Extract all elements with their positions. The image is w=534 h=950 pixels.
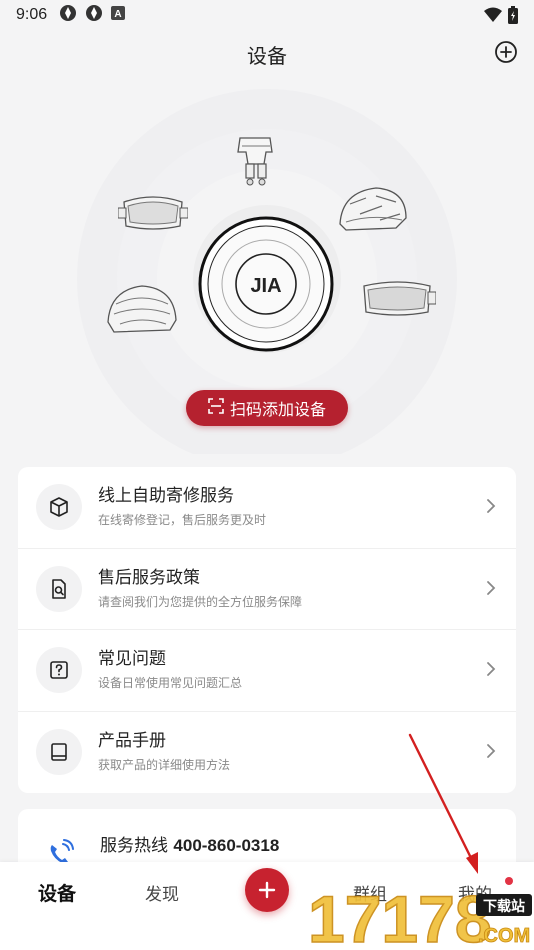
chevron-right-icon	[486, 580, 496, 600]
chevron-right-icon	[486, 498, 496, 518]
hotline-number[interactable]: 400-860-0318	[173, 836, 279, 855]
service-title: 线上自助寄修服务	[98, 486, 234, 507]
chevron-right-icon	[486, 661, 496, 681]
plus-icon	[258, 881, 276, 899]
package-icon	[36, 484, 82, 531]
plus-circle-icon	[495, 41, 517, 63]
app-notification-icon	[85, 4, 103, 26]
service-list: 线上自助寄修服务 在线寄修登记，售后服务更及时 售后服务政策 请查阅我们为您提供…	[18, 467, 516, 793]
bike-helmet-icon	[336, 184, 410, 240]
center-logo: JIA	[250, 275, 281, 297]
watermark-domain: .COM	[478, 925, 530, 947]
book-icon	[36, 729, 82, 776]
status-time: 9:06	[16, 6, 48, 23]
camera-mount-icon	[226, 132, 286, 196]
service-subtitle: 获取产品的详细使用方法	[98, 758, 231, 773]
nav-tab-devices[interactable]: 设备	[38, 879, 76, 906]
service-title: 售后服务政策	[98, 567, 200, 588]
nav-tab-discover[interactable]: 发现	[145, 880, 179, 905]
chevron-right-icon	[486, 743, 496, 763]
scan-add-device-button[interactable]: 扫码添加设备	[186, 390, 348, 426]
scan-button-label: 扫码添加设备	[229, 400, 326, 419]
device-hero: JIA 扫码添加设备	[0, 74, 534, 454]
nav-add-button[interactable]	[245, 868, 289, 912]
watermark: 17178 下载站 .COM	[306, 862, 534, 950]
service-item-repair[interactable]: 线上自助寄修服务 在线寄修登记，售后服务更及时	[18, 467, 516, 549]
a-letter-icon: A	[111, 6, 126, 24]
service-item-manual[interactable]: 产品手册 获取产品的详细使用方法	[18, 712, 516, 794]
status-bar: 9:06 A	[0, 0, 534, 30]
watermark-badge: 下载站	[483, 898, 525, 915]
helmet-icon	[104, 282, 180, 340]
app-notification-icon	[59, 4, 77, 26]
add-device-button[interactable]	[494, 40, 518, 64]
center-device[interactable]: JIA	[198, 216, 334, 352]
service-subtitle: 在线寄修登记，售后服务更及时	[98, 513, 267, 528]
service-title: 常见问题	[98, 649, 166, 670]
wifi-icon	[484, 7, 502, 27]
ski-goggles-icon	[117, 192, 189, 240]
doc-search-icon	[36, 565, 82, 612]
battery-icon	[508, 6, 518, 28]
service-item-policy[interactable]: 售后服务政策 请查阅我们为您提供的全方位服务保障	[18, 549, 516, 630]
top-bar: 设备	[0, 30, 534, 74]
goggles-icon	[360, 278, 437, 324]
hotline-label: 服务热线	[100, 836, 168, 856]
page-title: 设备	[247, 44, 287, 68]
status-right	[484, 6, 518, 28]
service-subtitle: 请查阅我们为您提供的全方位服务保障	[98, 594, 303, 609]
watermark-number: 17178	[308, 882, 492, 950]
service-subtitle: 设备日常使用常见问题汇总	[98, 676, 243, 691]
service-title: 产品手册	[98, 731, 166, 752]
hotline-text: 服务热线 400-860-0318	[100, 831, 279, 856]
question-icon	[36, 647, 82, 694]
svg-text:A: A	[115, 9, 122, 20]
scan-icon	[208, 398, 224, 418]
service-item-faq[interactable]: 常见问题 设备日常使用常见问题汇总	[18, 630, 516, 712]
